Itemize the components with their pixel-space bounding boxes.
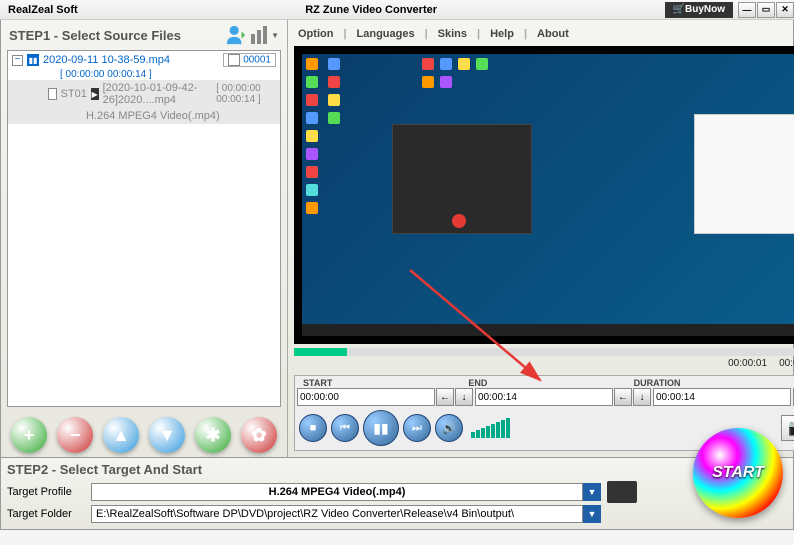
move-down-button[interactable]: ▼ xyxy=(149,417,185,453)
seek-bar[interactable] xyxy=(294,348,794,356)
menu-languages[interactable]: Languages xyxy=(353,26,419,42)
file-checkbox[interactable] xyxy=(228,54,240,66)
end-set-button[interactable]: ↓ xyxy=(633,388,651,406)
start-left-button[interactable]: ← xyxy=(436,388,454,406)
play-pause-button[interactable]: ▮▮ xyxy=(363,410,399,446)
menu-help[interactable]: Help xyxy=(486,26,518,42)
step2-title: STEP2 - Select Target And Start xyxy=(7,460,787,479)
play-icon: ▶ xyxy=(91,88,99,100)
remove-button[interactable]: − xyxy=(57,417,93,453)
profile-dropdown-icon[interactable]: ▼ xyxy=(583,483,601,501)
clip-codec: H.264 MPEG4 Video(.mp4) xyxy=(8,108,280,124)
file-times: [ 00:00:00 00:00:14 ] xyxy=(8,69,280,80)
clip-id: ST01 xyxy=(61,88,87,100)
action-buttons: + − ▲ ▼ ✱ ✿ xyxy=(1,413,287,457)
profile-label: Target Profile xyxy=(7,486,85,498)
folder-dropdown-icon[interactable]: ▼ xyxy=(583,505,601,523)
next-button[interactable]: ⏭ xyxy=(403,414,431,442)
step1-header: STEP1 - Select Source Files ▼ xyxy=(1,20,287,50)
end-label: END xyxy=(462,378,627,388)
volume-meter[interactable] xyxy=(471,418,510,438)
total-time: 00:00:14 xyxy=(779,358,794,369)
snapshot-button[interactable]: 📷 xyxy=(781,415,794,441)
source-file-list[interactable]: − ▮▮ 2020-09-11 10-38-59.mp4 00001 [ 00:… xyxy=(7,50,281,407)
clip-times: [ 00:00:00 00:00:14 ] xyxy=(216,83,276,105)
duration-input[interactable] xyxy=(653,388,791,406)
view-mode-icon[interactable] xyxy=(251,26,267,44)
company-name: RealZeal Soft xyxy=(0,4,78,16)
settings-button[interactable]: ✱ xyxy=(195,417,231,453)
end-left-button[interactable]: ← xyxy=(614,388,632,406)
dropdown-icon[interactable]: ▼ xyxy=(271,31,279,40)
video-preview[interactable] xyxy=(294,46,794,344)
left-panel: STEP1 - Select Source Files ▼ − ▮▮ 2020-… xyxy=(1,20,288,457)
menu-about[interactable]: About xyxy=(533,26,573,42)
titlebar: RealZeal Soft RZ Zune Video Converter 🛒 … xyxy=(0,0,794,20)
add-button[interactable]: + xyxy=(11,417,47,453)
prev-button[interactable]: ⏮ xyxy=(331,414,359,442)
file-name: 2020-09-11 10-38-59.mp4 xyxy=(43,54,170,66)
end-time-input[interactable] xyxy=(475,388,613,406)
close-button[interactable]: ✕ xyxy=(776,2,794,18)
pause-icon: ▮▮ xyxy=(27,54,39,66)
add-file-icon[interactable] xyxy=(225,24,247,46)
time-display: 00:00:01 00:00:14 xyxy=(292,358,794,373)
start-button[interactable]: START xyxy=(693,428,783,518)
app-title: RZ Zune Video Converter xyxy=(78,4,665,16)
current-time: 00:00:01 xyxy=(728,358,767,369)
clip-checkbox[interactable] xyxy=(48,88,57,100)
folder-combo[interactable] xyxy=(91,505,583,523)
start-time-input[interactable] xyxy=(297,388,435,406)
menu-skins[interactable]: Skins xyxy=(434,26,471,42)
file-row[interactable]: − ▮▮ 2020-09-11 10-38-59.mp4 00001 xyxy=(8,51,280,69)
main-area: STEP1 - Select Source Files ▼ − ▮▮ 2020-… xyxy=(0,20,794,458)
move-up-button[interactable]: ▲ xyxy=(103,417,139,453)
maximize-button[interactable]: ▭ xyxy=(757,2,775,18)
step1-title: STEP1 - Select Source Files xyxy=(9,28,181,43)
duration-label: DURATION xyxy=(628,378,793,388)
buy-now-button[interactable]: 🛒 BuyNow xyxy=(665,2,733,18)
profile-folder-icon[interactable] xyxy=(607,481,637,503)
start-set-button[interactable]: ↓ xyxy=(455,388,473,406)
folder-label: Target Folder xyxy=(7,508,85,520)
menu-bar: Option| Languages| Skins| Help| About xyxy=(292,24,794,44)
menu-option[interactable]: Option xyxy=(294,26,337,42)
start-label: START xyxy=(297,378,462,388)
step2-panel: STEP2 - Select Target And Start Target P… xyxy=(0,458,794,530)
right-panel: Option| Languages| Skins| Help| About xyxy=(288,20,794,457)
minimize-button[interactable]: — xyxy=(738,2,756,18)
stop-button[interactable]: ■ xyxy=(299,414,327,442)
clip-row[interactable]: ST01 ▶ [2020-10-01-09-42-26]2020....mp4 … xyxy=(8,80,280,108)
clip-name: [2020-10-01-09-42-26]2020....mp4 xyxy=(103,82,213,106)
profile-combo[interactable] xyxy=(91,483,583,501)
volume-button[interactable]: 🔊 xyxy=(435,414,463,442)
effects-button[interactable]: ✿ xyxy=(241,417,277,453)
collapse-icon[interactable]: − xyxy=(12,55,23,66)
